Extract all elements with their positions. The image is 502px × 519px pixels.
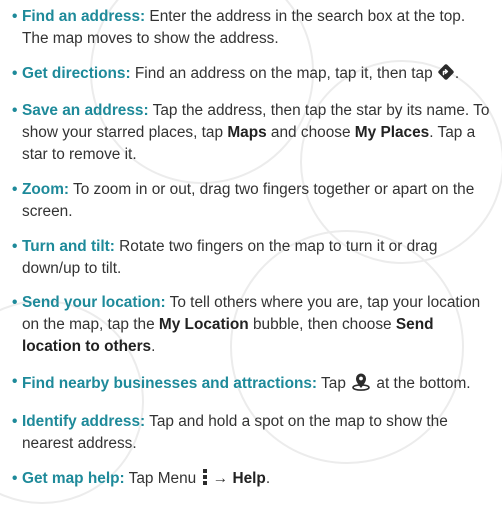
tip-term: Zoom: [22, 181, 70, 199]
list-item: Turn and tilt: Rotate two fingers on the… [12, 236, 494, 280]
tip-text: . [151, 338, 156, 356]
tip-term: Find an address: [22, 8, 146, 25]
tip-text: Find an address on the map, tap it, then… [130, 64, 437, 82]
tip-term: Save an address: [22, 102, 149, 120]
location-pin-icon [350, 371, 372, 398]
tip-text-after: . [454, 64, 460, 82]
tip-text: Tap [317, 375, 351, 393]
list-item: Get directions: Find an address on the m… [12, 63, 494, 88]
tip-term: Turn and tilt: [22, 237, 115, 255]
directions-icon [437, 63, 455, 88]
tip-text: and choose [266, 124, 355, 142]
list-item: Identify address: Tap and hold a spot on… [12, 411, 494, 455]
tip-text: Tap Menu [124, 469, 201, 487]
tip-term: Get map help: [22, 469, 125, 487]
tips-list: Find an address: Enter the address in th… [0, 0, 502, 493]
ui-label: My Places [354, 124, 430, 142]
list-item: Zoom: To zoom in or out, drag two finger… [12, 179, 494, 223]
list-item: Send your location: To tell others where… [12, 292, 494, 358]
list-item: Find nearby businesses and attractions: … [12, 371, 494, 398]
ui-label: Help [232, 469, 266, 487]
ui-label: Maps [227, 124, 267, 142]
tip-term: Send your location: [22, 294, 166, 312]
tip-text: To zoom in or out, drag two fingers toge… [22, 181, 475, 221]
tip-term: Find nearby businesses and attractions: [22, 375, 318, 393]
arrow-separator: → [208, 469, 233, 487]
list-item: Save an address: Tap the address, then t… [12, 100, 494, 166]
tip-text: bubble, then choose [248, 316, 396, 334]
tip-term: Identify address: [22, 412, 146, 430]
tip-text-after: . [265, 469, 271, 487]
menu-dots-icon [201, 468, 209, 493]
tip-text-after: at the bottom. [372, 375, 471, 393]
ui-label: My Location [158, 316, 249, 334]
list-item: Get map help: Tap Menu → Help. [12, 468, 494, 493]
tip-term: Get directions: [22, 64, 131, 82]
list-item: Find an address: Enter the address in th… [12, 6, 494, 50]
